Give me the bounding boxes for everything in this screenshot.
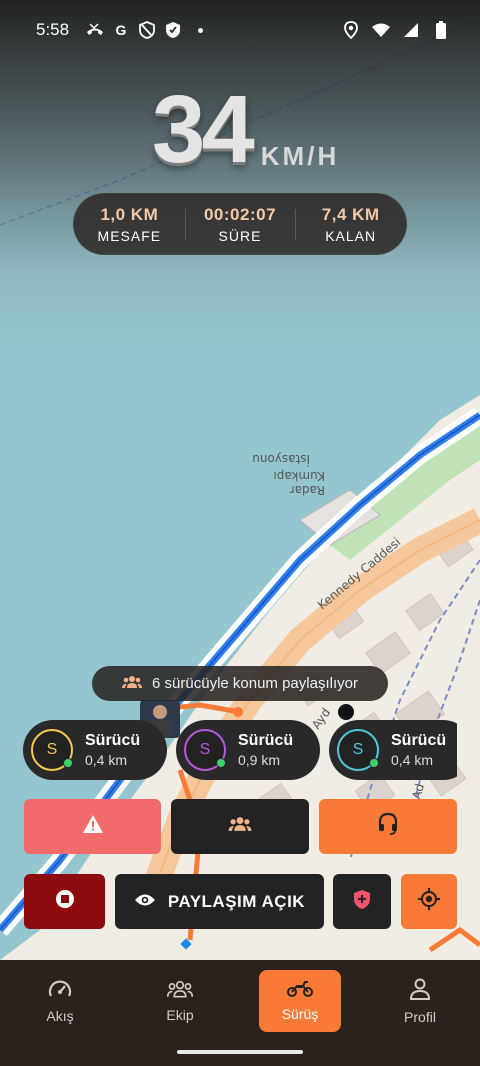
stat-value: 1,0 KM bbox=[100, 204, 159, 224]
rider-card[interactable]: S Sürücü 0,9 km bbox=[176, 720, 320, 780]
group-icon bbox=[228, 816, 252, 837]
stat-value: 00:02:07 bbox=[203, 204, 277, 224]
group-icon bbox=[122, 675, 143, 693]
shield-check-icon bbox=[164, 21, 182, 39]
stop-ride-button[interactable] bbox=[24, 874, 105, 929]
rider-distance: 0,4 km bbox=[85, 752, 128, 768]
motorcycle-icon bbox=[287, 980, 313, 1000]
rider-distance: 0,9 km bbox=[238, 752, 281, 768]
speedometer-icon bbox=[48, 979, 72, 1002]
nav-label: Akış bbox=[46, 1007, 74, 1024]
nav-item-feed[interactable]: Akış bbox=[19, 970, 101, 1032]
status-time: 5:58 bbox=[36, 20, 70, 39]
map-label-station: İstasyonu bbox=[252, 452, 310, 467]
crosshair-icon bbox=[418, 888, 440, 915]
location-icon bbox=[342, 21, 360, 39]
missed-call-icon bbox=[86, 21, 104, 39]
shield-blocked-icon bbox=[138, 21, 156, 39]
map-label-station-sub: Kumkapı bbox=[273, 469, 325, 483]
stat-duration: 00:02:07 SÜRE bbox=[184, 204, 296, 244]
speed-value: 34 bbox=[152, 76, 255, 183]
stat-label: MESAFE bbox=[97, 227, 162, 244]
nav-item-team[interactable]: Ekip bbox=[139, 970, 221, 1032]
warning-icon bbox=[82, 815, 103, 838]
safety-button[interactable] bbox=[333, 874, 391, 929]
stat-label: KALAN bbox=[325, 227, 377, 244]
rider-name: Sürücü bbox=[85, 732, 141, 749]
avatar-initial: S bbox=[199, 741, 211, 758]
alert-button[interactable] bbox=[24, 799, 161, 854]
online-indicator bbox=[369, 758, 379, 768]
speedometer: 34 KM/H bbox=[152, 82, 339, 178]
map-label-station-sub2: Radar bbox=[290, 483, 325, 497]
share-banner-text: 6 sürücüyle konum paylaşılıyor bbox=[152, 675, 358, 692]
support-button[interactable] bbox=[319, 799, 457, 854]
online-indicator bbox=[63, 758, 73, 768]
rider-list[interactable]: S Sürücü 0,4 km S Sürücü 0,9 km S Sürücü… bbox=[23, 720, 457, 780]
nav-label: Profil bbox=[404, 1008, 436, 1025]
stat-label: SÜRE bbox=[218, 227, 262, 244]
person-icon bbox=[409, 978, 431, 1003]
medical-shield-icon bbox=[354, 889, 370, 914]
trip-stats: 1,0 KM MESAFE 00:02:07 SÜRE 7,4 KM KALAN bbox=[73, 193, 407, 255]
avatar: S bbox=[337, 729, 379, 771]
avatar: S bbox=[184, 729, 226, 771]
avatar: S bbox=[31, 729, 73, 771]
stop-icon bbox=[55, 889, 75, 914]
google-icon: G bbox=[115, 22, 127, 38]
speed-unit: KM/H bbox=[260, 141, 340, 171]
rider-name: Sürücü bbox=[238, 732, 294, 749]
stat-distance: 1,0 KM MESAFE bbox=[74, 205, 185, 244]
rider-name: Sürücü bbox=[391, 732, 447, 749]
notification-dot bbox=[198, 27, 203, 33]
rider-distance: 0,4 km bbox=[391, 752, 434, 768]
stat-value: 7,4 KM bbox=[321, 204, 380, 224]
avatar-initial: S bbox=[46, 741, 58, 758]
rider-card[interactable]: S Sürücü 0,4 km bbox=[23, 720, 167, 780]
battery-icon bbox=[432, 21, 450, 39]
nav-label: Sürüş bbox=[281, 1005, 319, 1022]
avatar-initial: S bbox=[352, 741, 364, 758]
locate-me-button[interactable] bbox=[401, 874, 457, 929]
nav-item-profile[interactable]: Profil bbox=[379, 970, 461, 1032]
group-icon bbox=[166, 980, 194, 1001]
rider-card[interactable]: S Sürücü 0,4 km bbox=[329, 720, 457, 780]
status-bar: 5:58 G bbox=[0, 0, 480, 60]
headset-icon bbox=[378, 812, 398, 840]
nav-label: Ekip bbox=[166, 1006, 194, 1023]
signal-icon bbox=[402, 21, 420, 39]
online-indicator bbox=[216, 758, 226, 768]
home-indicator[interactable] bbox=[177, 1050, 303, 1054]
wifi-icon bbox=[372, 21, 390, 39]
nav-item-ride[interactable]: Sürüş bbox=[259, 970, 341, 1032]
eye-icon bbox=[134, 892, 156, 912]
location-share-banner: 6 sürücüyle konum paylaşılıyor bbox=[92, 666, 388, 701]
sharing-label: PAYLAŞIM AÇIK bbox=[167, 891, 306, 911]
team-button[interactable] bbox=[171, 799, 309, 854]
sharing-toggle-button[interactable]: PAYLAŞIM AÇIK bbox=[115, 874, 324, 929]
stat-remaining: 7,4 KM KALAN bbox=[295, 205, 406, 244]
